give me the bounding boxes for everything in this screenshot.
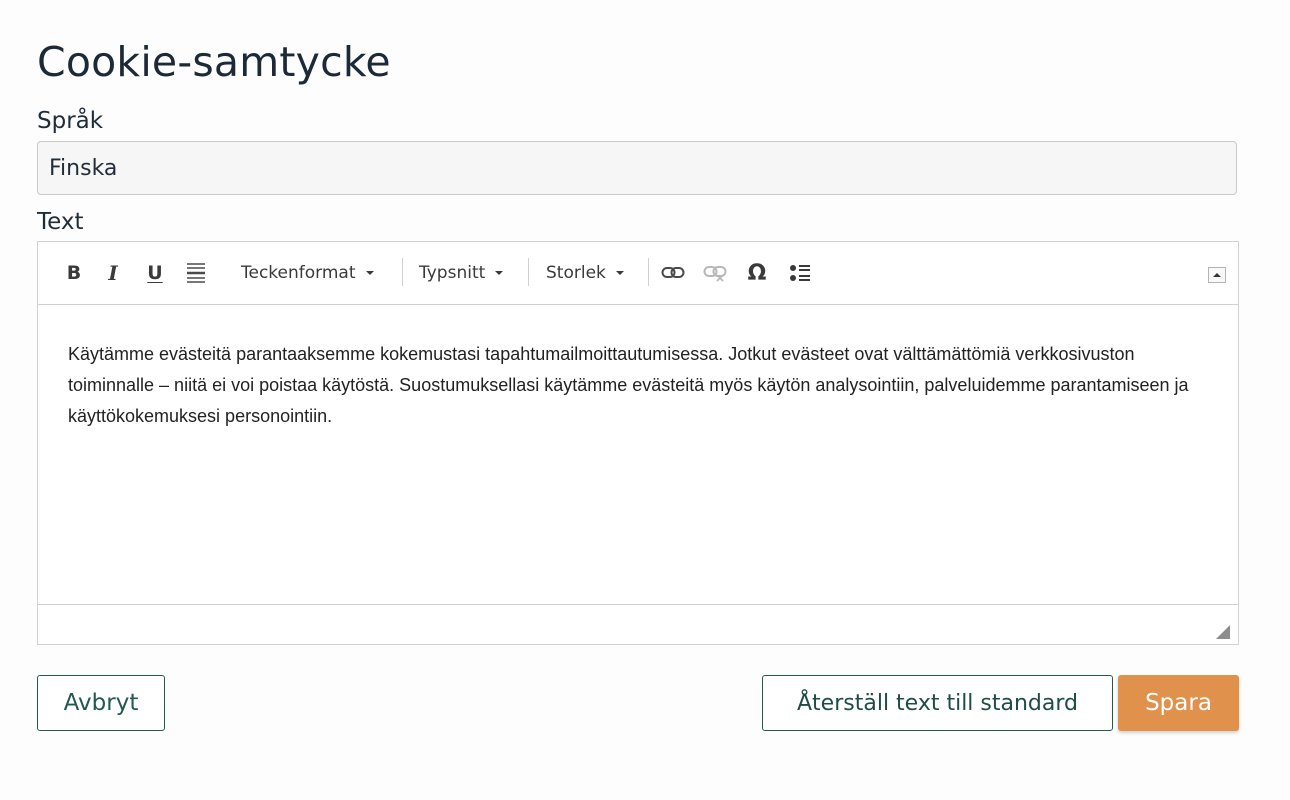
link-icon [661,267,685,278]
toolbar-divider [528,258,529,286]
chevron-down-icon [365,271,374,275]
resize-handle-icon[interactable] [1216,625,1230,639]
collapse-toolbar-button[interactable] [1208,267,1226,283]
chevron-down-icon [495,271,504,275]
size-combo[interactable]: Storlek [546,259,624,287]
bulleted-list-button[interactable] [788,259,812,287]
save-button[interactable]: Spara [1118,675,1239,731]
editor-toolbar: B I U Teckenformat Typsnitt Storlek Ω [38,242,1238,305]
language-select-value: Finska [49,155,118,181]
unlink-icon [703,266,727,282]
unlink-button[interactable] [703,259,727,287]
rich-text-editor: B I U Teckenformat Typsnitt Storlek Ω Kä… [37,241,1239,645]
toolbar-divider [648,258,649,286]
underline-button[interactable]: U [143,259,167,287]
toolbar-divider [402,258,403,286]
editor-content[interactable]: Käytämme evästeitä parantaaksemme kokemu… [38,305,1238,605]
italic-button[interactable]: I [101,259,125,287]
format-combo-label: Teckenformat [241,263,356,283]
strikethrough-button[interactable] [184,259,208,287]
strikethrough-icon [187,263,205,283]
link-button[interactable] [661,259,685,287]
font-combo[interactable]: Typsnitt [419,259,504,287]
special-character-button[interactable]: Ω [745,259,769,287]
size-combo-label: Storlek [546,263,606,283]
format-combo[interactable]: Teckenformat [241,259,374,287]
chevron-down-icon [615,271,624,275]
cancel-button[interactable]: Avbryt [37,675,165,731]
editor-statusbar [38,605,1238,645]
bulleted-list-icon [790,265,810,281]
text-label: Text [37,209,84,235]
language-label: Språk [37,108,104,134]
bold-button[interactable]: B [62,259,86,287]
chevron-up-icon [1213,273,1221,277]
reset-to-default-button[interactable]: Återställ text till standard [762,675,1113,731]
language-select[interactable]: Finska [37,141,1237,195]
page-title: Cookie-samtycke [37,38,391,86]
font-combo-label: Typsnitt [419,263,486,283]
